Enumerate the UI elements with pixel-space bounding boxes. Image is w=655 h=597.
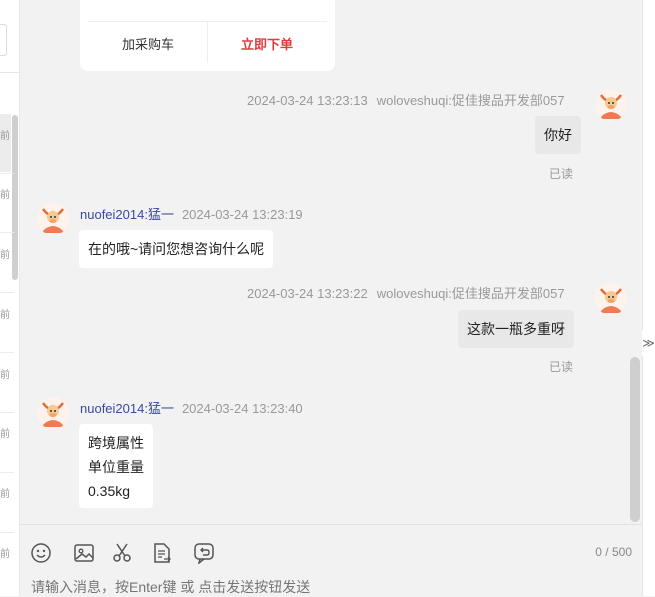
search-box-edge[interactable] [0,24,7,56]
message-bubble: 在的哦~请问您想咨询什么呢 [79,230,274,268]
message-line: 跨境属性 [88,435,144,451]
cow-avatar-icon [37,397,69,429]
conversation-time[interactable]: 前 [0,306,14,321]
conversation-time[interactable]: 前 [0,425,14,440]
divider [0,232,14,233]
avatar[interactable] [37,203,69,235]
message-meta: 2024-03-24 13:23:13 woloveshuqi:促佳搜品开发部05… [247,90,565,109]
read-status: 已读 [549,167,574,181]
document-icon[interactable] [151,542,173,564]
emoji-icon[interactable] [30,542,52,564]
message-line: 0.35kg [88,483,131,499]
divider [0,532,14,533]
message-line: 单位重量 [88,459,144,475]
order-now-button[interactable]: 立即下单 [241,34,293,53]
message-bubble: 你好 [535,116,581,154]
divider [0,292,14,293]
divider [0,352,14,353]
divider [0,72,19,73]
divider [0,173,14,174]
message-time: 2024-03-24 13:23:40 [181,401,303,416]
sender-name: nuofei2014:猛一 [80,401,174,416]
image-icon[interactable] [73,542,95,564]
conversation-time[interactable]: 前 [0,127,14,142]
character-counter: 0 / 500 [595,545,632,559]
expand-panel-icon[interactable]: ≫ [642,330,655,356]
divider [0,472,14,473]
recall-icon[interactable] [193,542,215,565]
message-time: 2024-03-24 13:23:13 [247,93,368,108]
avatar[interactable] [595,89,627,121]
message-bubble: 跨境属性 单位重量 0.35kg [79,424,153,508]
message-meta: nuofei2014:猛一 2024-03-24 13:23:40 [80,398,303,417]
message-time: 2024-03-24 13:23:22 [247,286,368,301]
message-composer: 0 / 500 [20,524,642,597]
cow-avatar-icon [595,283,627,315]
message-bubble: 这款一瓶多重呀 [458,310,574,348]
selected-conversation[interactable] [0,114,11,172]
message-input[interactable] [31,579,591,595]
avatar[interactable] [595,283,627,315]
sender-name: woloveshuqi:促佳搜品开发部057 [376,93,565,108]
cow-avatar-icon [595,89,627,121]
conversation-time[interactable]: 前 [0,246,14,261]
divider [0,412,14,413]
divider [207,21,208,63]
read-status: 已读 [549,360,574,374]
conversation-time[interactable]: 前 [0,485,14,500]
chat-history: 加采购车 立即下单 2024-03-24 13:23:13 woloveshuqi… [20,0,642,524]
conversation-time[interactable]: 前 [0,366,14,381]
conversation-time[interactable]: 前 [0,186,14,201]
scissors-icon[interactable] [111,542,133,564]
message-meta: nuofei2014:猛一 2024-03-24 13:23:19 [80,204,303,223]
conversation-time[interactable]: 前 [0,545,14,560]
cow-avatar-icon [37,203,69,235]
product-card: 加采购车 立即下单 [80,0,335,71]
sender-name: woloveshuqi:促佳搜品开发部057 [376,286,565,301]
sender-name: nuofei2014:猛一 [80,207,174,222]
message-meta: 2024-03-24 13:23:22 woloveshuqi:促佳搜品开发部05… [247,283,565,302]
avatar[interactable] [37,397,69,429]
message-time: 2024-03-24 13:23:19 [181,207,303,222]
add-to-cart-button[interactable]: 加采购车 [122,34,174,53]
right-panel-edge [642,0,655,596]
chat-scrollbar[interactable] [630,357,640,522]
conversation-list-strip: 前 前 前 前 前 前 前 前 [0,0,20,596]
